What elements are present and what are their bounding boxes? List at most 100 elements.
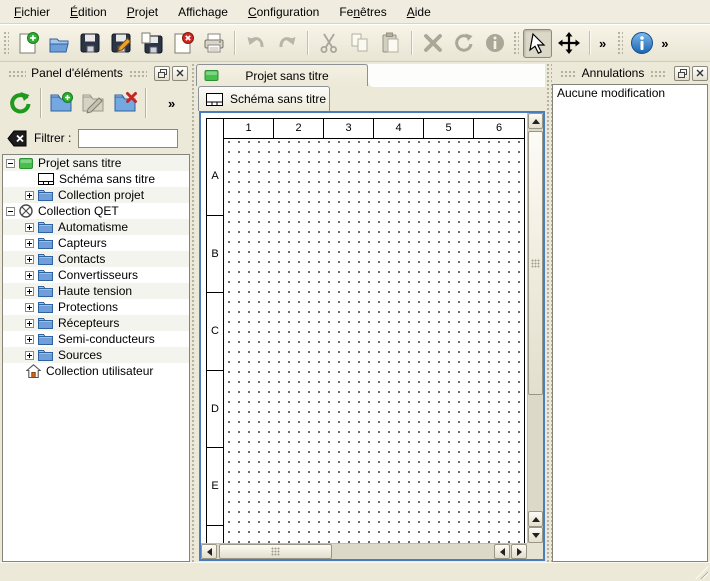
save-button[interactable] <box>75 29 104 58</box>
expand-expander-icon[interactable] <box>25 319 34 328</box>
redo-button[interactable] <box>272 29 301 58</box>
tree-item-collection-projet[interactable]: Collection projet <box>3 187 189 203</box>
vertical-scroll-thumb[interactable] <box>528 131 543 395</box>
schema-view: 1 2 3 4 5 6 A B C D E <box>199 111 545 561</box>
horizontal-scrollbar[interactable] <box>201 543 527 559</box>
collapse-expander-icon[interactable] <box>6 159 15 168</box>
tab-projet-sans-titre[interactable]: Projet sans titre <box>196 64 368 86</box>
toolbar-overflow-button[interactable]: » <box>657 36 672 51</box>
scroll-up-button-2[interactable] <box>528 511 543 527</box>
expand-expander-icon[interactable] <box>25 255 34 264</box>
cut-button[interactable] <box>314 29 343 58</box>
column-header-row: 1 2 3 4 5 6 <box>206 118 525 139</box>
copy-button[interactable] <box>345 29 374 58</box>
toolbar-drag-handle[interactable] <box>512 30 519 56</box>
collapse-expander-icon[interactable] <box>6 207 15 216</box>
tree-item-protections[interactable]: Protections <box>3 299 189 315</box>
save-all-button[interactable] <box>137 29 166 58</box>
expand-expander-icon[interactable] <box>25 271 34 280</box>
schema-icon <box>38 173 54 185</box>
undo-list-item[interactable]: Aucune modification <box>553 85 707 102</box>
menu-fenetres[interactable]: Fenêtres <box>329 1 396 23</box>
cut-icon <box>317 31 341 55</box>
schema-canvas[interactable]: 1 2 3 4 5 6 A B C D E <box>201 113 527 543</box>
tab-schema-sans-titre[interactable]: Schéma sans titre <box>198 86 330 111</box>
expand-expander-icon[interactable] <box>25 303 34 312</box>
tree-item-projet-sans-titre[interactable]: Projet sans titre <box>3 155 189 171</box>
tree-item-collection-utilisateur[interactable]: Collection utilisateur <box>3 363 189 379</box>
undo-panel-titlebar[interactable]: Annulations <box>552 62 710 82</box>
undo-button[interactable] <box>241 29 270 58</box>
toolbar-drag-handle[interactable] <box>616 30 623 56</box>
save-as-button[interactable] <box>106 29 135 58</box>
application-window: { "window": { "bg": "#ece9d8", "accent_b… <box>0 0 710 581</box>
scroll-up-button[interactable] <box>528 113 543 129</box>
rotate-icon <box>452 31 476 55</box>
project-icon <box>19 158 33 169</box>
scroll-down-button[interactable] <box>528 527 543 543</box>
reload-collections-button[interactable] <box>4 87 36 119</box>
edit-category-button[interactable] <box>77 87 109 119</box>
expand-expander-icon[interactable] <box>25 287 34 296</box>
dock-drag-grip[interactable] <box>559 69 577 78</box>
close-panel-button[interactable] <box>172 66 188 81</box>
filter-label: Filtrer : <box>34 131 71 145</box>
rotate-button[interactable] <box>449 29 478 58</box>
scroll-left-button[interactable] <box>201 544 217 559</box>
vertical-scrollbar[interactable] <box>527 113 543 543</box>
tree-item-label: Automatisme <box>58 219 128 235</box>
expand-expander-icon[interactable] <box>25 239 34 248</box>
tree-item-convertisseurs[interactable]: Convertisseurs <box>3 267 189 283</box>
right-splitter[interactable] <box>545 62 552 562</box>
toolbar-drag-handle[interactable] <box>2 30 9 56</box>
open-file-button[interactable] <box>44 29 73 58</box>
tree-item-contacts[interactable]: Contacts <box>3 251 189 267</box>
scroll-left-button-2[interactable] <box>494 544 510 559</box>
menu-projet[interactable]: Projet <box>117 1 168 23</box>
toolbar-overflow-button[interactable]: » <box>595 36 610 51</box>
tree-item-sources[interactable]: Sources <box>3 347 189 363</box>
expand-expander-icon[interactable] <box>25 351 34 360</box>
tree-item-schema-sans-titre[interactable]: Schéma sans titre <box>3 171 189 187</box>
menu-affichage[interactable]: Affichage <box>168 1 238 23</box>
tree-item-label: Projet sans titre <box>38 155 121 171</box>
menu-configuration[interactable]: Configuration <box>238 1 329 23</box>
tree-item-haute-tension[interactable]: Haute tension <box>3 283 189 299</box>
float-panel-button[interactable] <box>674 66 690 81</box>
float-panel-button[interactable] <box>154 66 170 81</box>
new-category-button[interactable] <box>45 87 77 119</box>
expand-expander-icon[interactable] <box>25 191 34 200</box>
close-panel-button[interactable] <box>692 66 708 81</box>
tree-item-recepteurs[interactable]: Récepteurs <box>3 315 189 331</box>
tree-item-capteurs[interactable]: Capteurs <box>3 235 189 251</box>
dock-drag-grip[interactable] <box>7 69 26 78</box>
select-tool-button[interactable] <box>523 29 552 58</box>
about-button[interactable] <box>627 29 656 58</box>
delete-button[interactable] <box>418 29 447 58</box>
scroll-right-button[interactable] <box>511 544 527 559</box>
print-button[interactable] <box>199 29 228 58</box>
tree-item-semi-conducteurs[interactable]: Semi-conducteurs <box>3 331 189 347</box>
filter-input[interactable] <box>78 129 178 148</box>
print-icon <box>202 31 226 55</box>
menu-aide[interactable]: Aide <box>397 1 441 23</box>
menu-fichier[interactable]: Fichier <box>4 1 60 23</box>
close-file-button[interactable] <box>168 29 197 58</box>
paste-button[interactable] <box>376 29 405 58</box>
clear-filter-icon[interactable] <box>7 130 27 147</box>
menu-edition[interactable]: Édition <box>60 1 117 23</box>
dock-drag-grip[interactable] <box>649 69 667 78</box>
expand-expander-icon[interactable] <box>25 335 34 344</box>
tree-item-automatisme[interactable]: Automatisme <box>3 219 189 235</box>
info-button[interactable] <box>480 29 509 58</box>
window-resize-grip[interactable] <box>695 566 708 579</box>
tree-item-collection-qet[interactable]: Collection QET <box>3 203 189 219</box>
horizontal-scroll-thumb[interactable] <box>219 544 332 559</box>
expand-expander-icon[interactable] <box>25 223 34 232</box>
delete-category-button[interactable] <box>109 87 141 119</box>
panel-toolbar-overflow-button[interactable]: » <box>168 96 175 111</box>
move-tool-button[interactable] <box>554 29 583 58</box>
new-file-button[interactable] <box>13 29 42 58</box>
elements-panel-titlebar[interactable]: Panel d'éléments <box>0 62 190 82</box>
dock-drag-grip[interactable] <box>128 69 147 78</box>
